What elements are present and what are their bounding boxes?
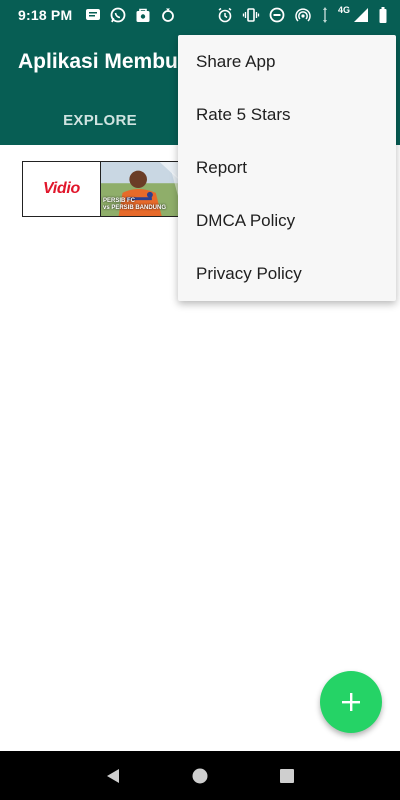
alarm-icon	[216, 6, 234, 24]
plus-icon	[342, 693, 360, 711]
menu-item-share-app[interactable]: Share App	[178, 35, 396, 88]
recents-icon	[279, 768, 294, 783]
overflow-menu: Share App Rate 5 Stars Report DMCA Polic…	[178, 35, 396, 301]
home-icon	[192, 768, 208, 783]
vidio-logo: Vidio	[42, 180, 81, 197]
status-time: 9:18 PM	[18, 7, 73, 23]
data-arrows-icon	[320, 6, 330, 24]
status-left-icons	[84, 6, 177, 24]
tab-explore[interactable]: EXPLORE	[0, 100, 200, 140]
bag-icon	[134, 6, 152, 24]
status-bar: 9:18 PM 4G	[0, 0, 400, 30]
menu-item-rate-5-stars[interactable]: Rate 5 Stars	[178, 88, 396, 141]
recents-button[interactable]	[267, 756, 307, 796]
whatsapp-icon	[109, 6, 127, 24]
system-nav-bar	[0, 751, 400, 800]
menu-item-privacy-policy[interactable]: Privacy Policy	[178, 248, 396, 301]
battery-icon	[378, 6, 388, 24]
message-icon	[84, 6, 102, 24]
menu-item-report[interactable]: Report	[178, 141, 396, 194]
menu-item-dmca-policy[interactable]: DMCA Policy	[178, 195, 396, 248]
back-button[interactable]	[93, 756, 133, 796]
sticker-pack-card[interactable]: Vidio PERSIB FC vs PERSIB BANDUNG	[22, 161, 192, 217]
vibrate-icon	[242, 6, 260, 24]
vidio-logo-tile: Vidio	[23, 162, 101, 216]
status-right-icons: 4G	[216, 5, 388, 24]
add-sticker-fab[interactable]	[320, 671, 382, 733]
home-button[interactable]	[180, 756, 220, 796]
hotspot-icon	[294, 6, 312, 24]
match-caption: PERSIB FC vs PERSIB BANDUNG	[103, 198, 167, 211]
back-icon	[107, 768, 120, 783]
signal-icon	[352, 6, 370, 24]
recycle-icon	[159, 6, 177, 24]
do-not-disturb-icon	[268, 6, 286, 24]
app-title: Aplikasi Membuat Stiker	[18, 50, 188, 73]
network-type-label: 4G	[337, 5, 350, 15]
